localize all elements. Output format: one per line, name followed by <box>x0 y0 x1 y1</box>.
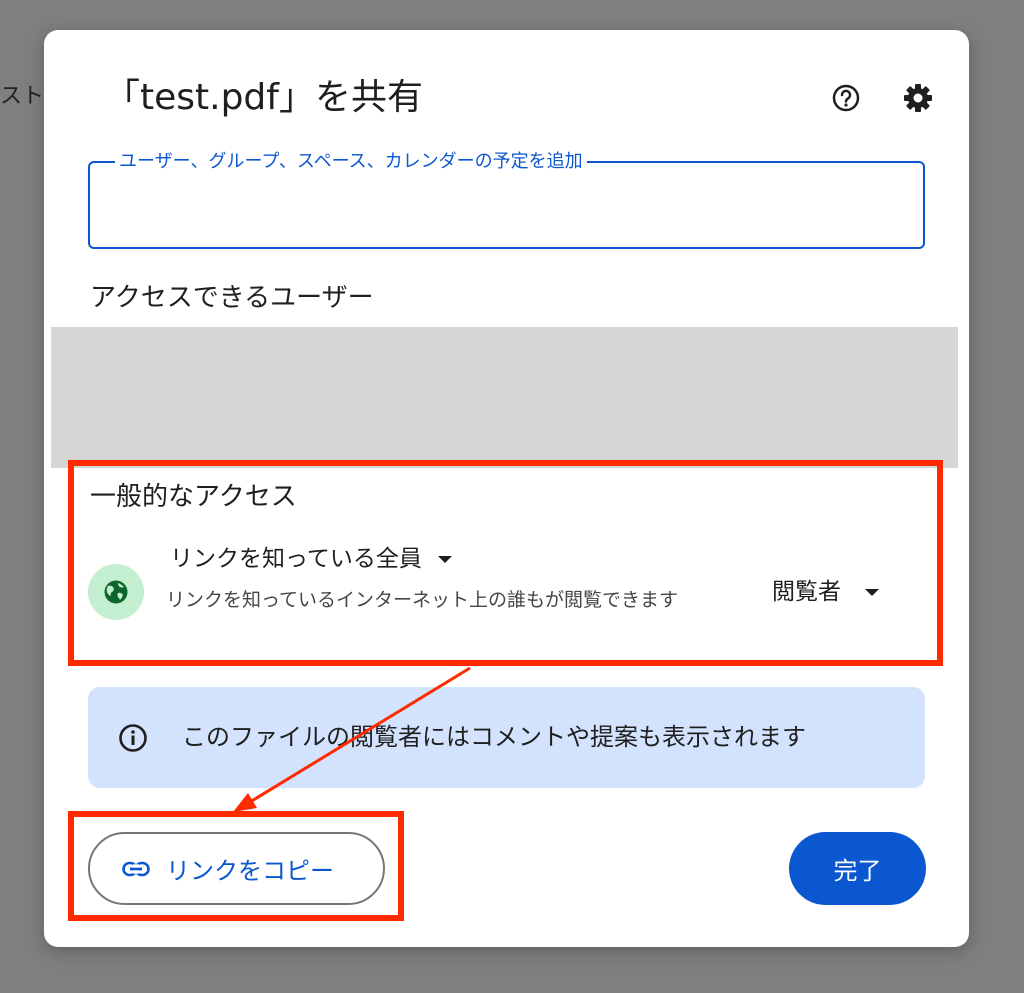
people-list-area <box>51 327 958 468</box>
add-people-field[interactable]: ユーザー、グループ、スペース、カレンダーの予定を追加 <box>88 151 925 249</box>
info-icon <box>119 724 147 752</box>
add-people-label: ユーザー、グループ、スペース、カレンダーの予定を追加 <box>115 151 587 173</box>
info-banner: このファイルの閲覧者にはコメントや提案も表示されます <box>88 687 925 788</box>
done-button[interactable]: 完了 <box>789 832 926 905</box>
gear-icon[interactable] <box>902 82 934 114</box>
dialog-title: 「test.pdf」を共有 <box>104 77 423 118</box>
background-text: スト <box>0 84 45 109</box>
people-with-access-title: アクセスできるユーザー <box>90 283 374 313</box>
info-banner-text: このファイルの閲覧者にはコメントや提案も表示されます <box>182 723 806 751</box>
add-people-input[interactable] <box>110 187 904 225</box>
copy-link-highlight <box>68 811 404 921</box>
help-circle-icon[interactable] <box>830 82 862 114</box>
general-access-highlight <box>68 460 943 666</box>
